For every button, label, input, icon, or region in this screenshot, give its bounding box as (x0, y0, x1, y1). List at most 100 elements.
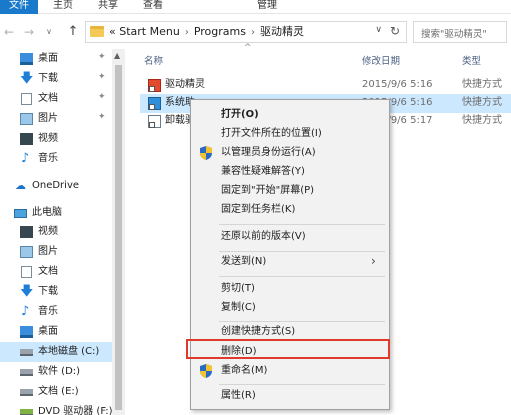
nav-item-label: DVD 驱动器 (F:) (38, 406, 113, 415)
tab-manage[interactable]: 管理 (252, 0, 282, 14)
nav-item-pc-desktop[interactable]: 桌面 (0, 322, 112, 342)
folder-icon (90, 26, 104, 37)
drive-icon (20, 349, 33, 356)
video-icon (20, 226, 33, 238)
menu-item-cut[interactable]: 剪切(T) (191, 279, 389, 299)
shortcut-icon (148, 115, 161, 128)
pin-icon[interactable]: ✦ (98, 112, 106, 122)
submenu-chevron-icon: › (371, 254, 376, 268)
menu-separator (219, 224, 385, 225)
nav-item-drive-d[interactable]: 软件 (D:) (0, 362, 112, 382)
menu-item-label: 以管理员身份运行(A) (221, 147, 316, 158)
scrollbar-thumb[interactable] (115, 65, 122, 410)
column-header-type[interactable]: 类型 (462, 53, 481, 67)
nav-item-drive-c[interactable]: 本地磁盘 (C:) (0, 342, 112, 362)
pin-icon[interactable]: ✦ (98, 52, 106, 62)
menu-separator (219, 384, 385, 385)
nav-item-downloads[interactable]: 🡇 下载 ✦ (0, 69, 112, 89)
up-arrow-icon[interactable]: ↑ (66, 25, 80, 39)
menu-item-pin-to-start[interactable]: 固定到"开始"屏幕(P) (191, 181, 389, 201)
chevron-down-icon[interactable]: ∨ (375, 25, 382, 35)
address-row: ← → ∨ ↑ « Start Menu › Programs › 驱动精灵 ∨ ↻ 搜… (0, 15, 511, 49)
shortcut-icon (148, 79, 161, 92)
column-header-date[interactable]: 修改日期 (362, 53, 400, 67)
nav-item-label: 下载 (38, 286, 58, 297)
search-input[interactable]: 搜索"驱动精灵" (413, 21, 507, 43)
nav-item-this-pc[interactable]: 此电脑 (0, 203, 112, 223)
file-date: 2015/9/6 5:16 (362, 79, 433, 90)
address-bar[interactable]: « Start Menu › Programs › 驱动精灵 ∨ ↻ (85, 21, 407, 43)
shortcut-icon (148, 97, 161, 110)
pin-icon[interactable]: ✦ (98, 92, 106, 102)
menu-item-label: 创建快捷方式(S) (221, 326, 296, 337)
nav-item-pc-downloads[interactable]: 🡇 下载 (0, 282, 112, 302)
menu-item-label: 固定到"开始"屏幕(P) (221, 185, 315, 196)
desktop-icon (20, 326, 33, 338)
context-menu: 打开(O) 打开文件所在的位置(I) 以管理员身份运行(A) 兼容性疑难解答(Y… (190, 99, 390, 410)
tab-view[interactable]: 查看 (140, 0, 166, 14)
tab-share[interactable]: 共享 (95, 0, 121, 14)
breadcrumb-current[interactable]: 驱动精灵 (260, 25, 304, 38)
nav-item-pc-pictures[interactable]: 图片 (0, 242, 112, 262)
nav-scrollbar[interactable]: ▲ (112, 49, 125, 415)
nav-item-label: 音乐 (38, 306, 58, 317)
menu-item-copy[interactable]: 复制(C) (191, 298, 389, 318)
column-header-name[interactable]: 名称 (144, 53, 163, 67)
tab-home[interactable]: 主页 (50, 0, 76, 14)
table-row[interactable]: 驱动精灵 2015/9/6 5:16 快捷方式 (140, 76, 511, 95)
nav-item-drive-e[interactable]: 文档 (E:) (0, 382, 112, 402)
menu-item-troubleshoot-compatibility[interactable]: 兼容性疑难解答(Y) (191, 162, 389, 182)
menu-item-run-as-admin[interactable]: 以管理员身份运行(A) (191, 143, 389, 163)
pin-icon[interactable]: ✦ (98, 72, 106, 82)
nav-item-pictures[interactable]: 图片 ✦ (0, 109, 112, 129)
breadcrumb: « Start Menu › Programs › 驱动精灵 (109, 25, 304, 39)
nav-item-videos[interactable]: 视频 (0, 129, 112, 149)
nav-item-label: 桌面 (38, 53, 58, 64)
menu-item-label: 属性(R) (221, 390, 256, 401)
menu-item-restore-previous-versions[interactable]: 还原以前的版本(V) (191, 227, 389, 247)
menu-item-pin-to-taskbar[interactable]: 固定到任务栏(K) (191, 200, 389, 220)
nav-item-pc-documents[interactable]: 文档 (0, 262, 112, 282)
nav-item-label: 视频 (38, 133, 58, 144)
nav-item-documents[interactable]: 文档 ✦ (0, 89, 112, 109)
refresh-icon[interactable]: ↻ (390, 24, 400, 38)
file-type: 快捷方式 (462, 97, 502, 108)
breadcrumb-programs[interactable]: Programs (194, 25, 246, 38)
nav-item-desktop[interactable]: 桌面 ✦ (0, 49, 112, 69)
chevron-right-icon[interactable]: › (251, 27, 255, 38)
nav-item-label: 文档 (38, 266, 58, 277)
music-icon: ♪ (21, 304, 30, 319)
nav-item-pc-videos[interactable]: 视频 (0, 222, 112, 242)
document-icon (21, 266, 32, 278)
breadcrumb-overflow[interactable]: « (109, 25, 116, 38)
menu-item-label: 重命名(M) (221, 365, 268, 376)
menu-item-label: 兼容性疑难解答(Y) (221, 166, 305, 177)
menu-item-properties[interactable]: 属性(R) (191, 386, 389, 406)
nav-item-drive-f[interactable]: DVD 驱动器 (F:) (0, 402, 113, 415)
back-arrow-icon[interactable]: ← (2, 25, 16, 39)
menu-item-label: 打开(O) (221, 109, 259, 120)
nav-item-pc-music[interactable]: ♪ 音乐 (0, 302, 112, 322)
tab-file[interactable]: 文件 (0, 0, 38, 14)
menu-item-label: 发送到(N) (221, 256, 267, 267)
breadcrumb-start-menu[interactable]: Start Menu (119, 25, 180, 38)
recent-locations-chevron-icon[interactable]: ∨ (42, 25, 56, 39)
nav-item-onedrive[interactable]: ☁ OneDrive (0, 176, 112, 196)
ribbon-tabs: 文件 主页 共享 查看 管理 (0, 0, 511, 14)
scroll-up-arrow-icon[interactable]: ▲ (114, 51, 120, 60)
nav-item-label: 图片 (38, 246, 58, 257)
menu-item-send-to[interactable]: 发送到(N) › (191, 252, 389, 272)
search-placeholder: 搜索"驱动精灵" (421, 29, 487, 40)
drive-icon (20, 389, 33, 396)
menu-item-open-file-location[interactable]: 打开文件所在的位置(I) (191, 124, 389, 144)
menu-item-open[interactable]: 打开(O) (191, 105, 389, 125)
forward-arrow-icon[interactable]: → (22, 25, 36, 39)
picture-icon (20, 246, 33, 258)
nav-item-music[interactable]: ♪ 音乐 (0, 149, 112, 169)
drive-icon (20, 369, 33, 376)
download-icon: 🡇 (20, 71, 34, 86)
computer-icon (14, 209, 27, 218)
nav-item-label: 本地磁盘 (C:) (38, 346, 100, 357)
chevron-right-icon[interactable]: › (185, 27, 189, 38)
menu-item-rename[interactable]: 重命名(M) (191, 361, 389, 381)
